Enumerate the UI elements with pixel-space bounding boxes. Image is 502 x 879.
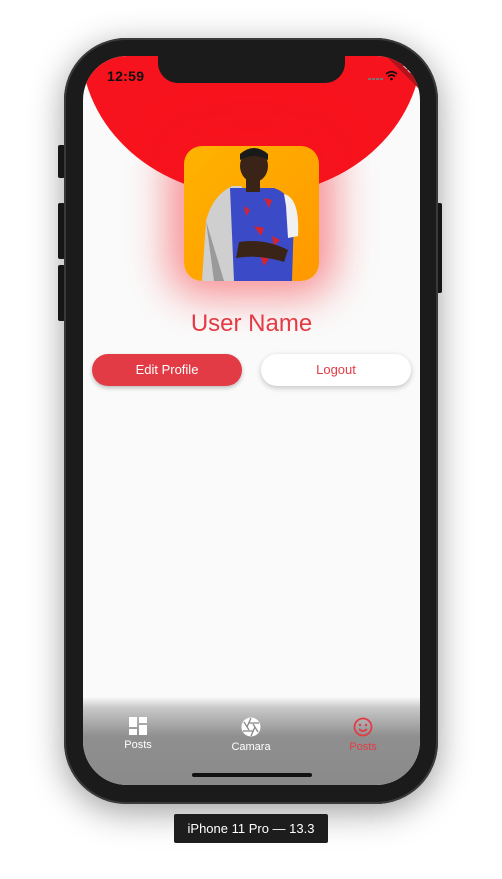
smiley-icon: [353, 717, 373, 737]
camera-shutter-icon: [241, 717, 261, 737]
edit-profile-button[interactable]: Edit Profile: [92, 354, 242, 386]
device-label: iPhone 11 Pro — 13.3: [174, 814, 328, 843]
nav-item-posts-active[interactable]: Posts: [323, 717, 403, 753]
wifi-icon: [385, 70, 398, 78]
app-screen: 12:59 DEBUG User Name Edit Profile Logou…: [83, 56, 420, 785]
nav-item-camara[interactable]: Camara: [211, 717, 291, 753]
dashboard-icon: [129, 717, 147, 735]
nav-label: Posts: [349, 741, 377, 753]
bottom-navigation-bar: Posts Camara Posts: [83, 697, 420, 785]
profile-avatar[interactable]: [184, 146, 319, 281]
notch: [158, 56, 345, 83]
status-time: 12:59: [107, 68, 145, 84]
nav-label: Posts: [124, 739, 152, 751]
home-indicator[interactable]: [192, 773, 312, 777]
nav-label: Camara: [231, 741, 271, 753]
nav-item-posts[interactable]: Posts: [98, 717, 178, 751]
avatar-photo: [184, 146, 319, 281]
signal-icon: [368, 78, 383, 80]
user-name: User Name: [190, 310, 313, 337]
logout-button[interactable]: Logout: [261, 354, 411, 386]
